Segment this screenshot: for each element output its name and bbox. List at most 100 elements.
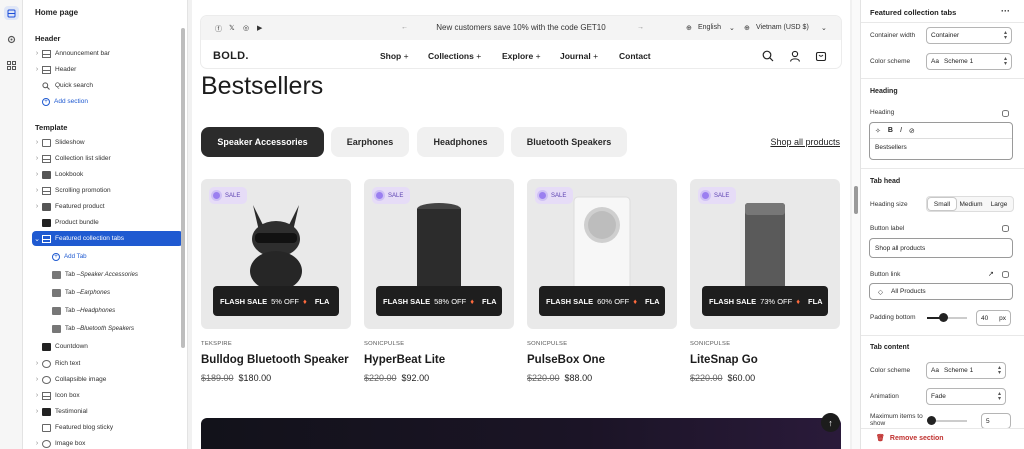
- dynamic-source-icon[interactable]: [1002, 225, 1009, 232]
- language-select[interactable]: English: [698, 24, 721, 31]
- product-name[interactable]: PulseBox One: [527, 354, 677, 366]
- menu-collections[interactable]: Collections +: [428, 51, 481, 61]
- sidebar-item-quick-search[interactable]: Quick search: [23, 78, 187, 93]
- sidebar-tab-bluetooth-speakers[interactable]: Tab – Bluetooth Speakers: [52, 321, 187, 336]
- flash-sale-ticker: FLASH SALE 5% OFF ♦ FLA: [213, 286, 339, 316]
- product-image[interactable]: SALE FLASH SALE 5% OFF ♦ FLA: [201, 179, 351, 329]
- product-name[interactable]: LiteSnap Go: [690, 354, 840, 366]
- preview-scroll-thumb[interactable]: [854, 186, 858, 214]
- more-options-icon[interactable]: ···: [1001, 6, 1010, 16]
- external-link-icon[interactable]: ↗: [988, 270, 994, 278]
- bold-icon[interactable]: B: [888, 127, 893, 134]
- menu-contact[interactable]: Contact: [619, 51, 651, 61]
- italic-icon[interactable]: I: [900, 127, 902, 134]
- apps-icon[interactable]: [4, 58, 19, 72]
- sidebar-item-rich-text[interactable]: › Rich text: [23, 356, 187, 371]
- sidebar-item-testimonial[interactable]: › Testimonial: [23, 404, 187, 419]
- menu-journal[interactable]: Journal +: [560, 51, 598, 61]
- divider: [861, 78, 1024, 79]
- size-large-option[interactable]: Large: [985, 197, 1013, 211]
- sidebar-item-featured-blog-sticky[interactable]: Featured blog sticky: [23, 420, 187, 435]
- heading-size-segmented[interactable]: Small Medium Large: [926, 196, 1014, 212]
- arrow-up-icon: ↑: [828, 417, 833, 428]
- max-items-slider[interactable]: [927, 415, 967, 427]
- product-image[interactable]: SALE FLASH SALE 58% OFF ♦ FLA: [364, 179, 514, 329]
- product-vendor: SONICPULSE: [527, 341, 568, 347]
- divider: [861, 335, 1024, 336]
- sections-icon[interactable]: [4, 6, 19, 20]
- store-logo[interactable]: BOLD.: [213, 50, 249, 62]
- sidebar-item-countdown[interactable]: Countdown: [23, 339, 187, 354]
- product-name[interactable]: Bulldog Bluetooth Speaker: [201, 354, 351, 366]
- richtext-toolbar: ✧ B I ⊘: [870, 123, 1012, 139]
- dynamic-source-icon[interactable]: [1002, 271, 1009, 278]
- sidebar-item-icon-box[interactable]: › Icon box: [23, 388, 187, 403]
- sidebar-item-featured-product[interactable]: › Featured product: [23, 199, 187, 214]
- padding-bottom-slider[interactable]: [927, 312, 967, 324]
- sidebar-tab-earphones[interactable]: Tab – Earphones: [52, 285, 187, 300]
- size-medium-option[interactable]: Medium: [957, 197, 985, 211]
- tab-name: Earphones: [80, 289, 111, 296]
- image-icon: [52, 270, 61, 279]
- size-small-option[interactable]: Small: [927, 197, 957, 211]
- sidebar-tab-headphones[interactable]: Tab – Headphones: [52, 303, 187, 318]
- preview-scrollbar[interactable]: [852, 0, 860, 449]
- sidebar-item-label: Featured product: [55, 203, 105, 210]
- divider: [861, 168, 1024, 169]
- settings-gear-icon[interactable]: [4, 32, 19, 46]
- tab-headphones[interactable]: Headphones: [417, 127, 504, 157]
- sidebar-item-collection-list-slider[interactable]: › Collection list slider: [23, 151, 187, 166]
- max-items-input[interactable]: 5: [981, 413, 1011, 429]
- remove-section-button[interactable]: 🗑 Remove section: [876, 434, 944, 442]
- product-image[interactable]: SALE FLASH SALE 60% OFF ♦ FLA: [527, 179, 677, 329]
- add-section-header-link[interactable]: + Add section: [23, 94, 187, 109]
- sidebar-item-image-box[interactable]: › Image box: [23, 436, 187, 449]
- color-scheme-select[interactable]: Aa Scheme 1 ▴ ▾: [926, 53, 1012, 70]
- padding-bottom-input[interactable]: 40 px: [976, 310, 1011, 326]
- container-width-select[interactable]: Container ▴ ▾: [926, 27, 1012, 44]
- cart-icon[interactable]: [815, 50, 827, 62]
- heading-richtext-field[interactable]: ✧ B I ⊘ Bestsellers: [869, 122, 1013, 160]
- sidebar-item-announcement-bar[interactable]: › Announcement bar: [23, 46, 187, 61]
- sidebar-item-header[interactable]: › Header: [23, 62, 187, 77]
- sidebar-tab-speaker-accessories[interactable]: Tab – Speaker Accessories: [52, 267, 187, 282]
- link-icon[interactable]: ⊘: [909, 127, 915, 135]
- add-tab-link[interactable]: + Add Tab: [52, 249, 187, 264]
- sidebar-item-lookbook[interactable]: › Lookbook: [23, 167, 187, 182]
- menu-explore[interactable]: Explore +: [502, 51, 541, 61]
- button-link-input[interactable]: ◇ All Products: [869, 283, 1013, 300]
- shop-all-link[interactable]: Shop all products: [770, 137, 840, 147]
- product-card[interactable]: SALE FLASH SALE 73% OFF ♦ FLA SONICPULSE Li…: [690, 179, 840, 383]
- dynamic-source-icon[interactable]: [1002, 110, 1009, 117]
- tab-earphones[interactable]: Earphones: [331, 127, 409, 157]
- account-icon[interactable]: [789, 50, 801, 62]
- product-card[interactable]: SALE FLASH SALE 60% OFF ♦ FLA SONICPULSE Pu…: [527, 179, 677, 383]
- slider-knob[interactable]: [939, 313, 948, 322]
- arrow-right-icon[interactable]: →: [637, 24, 644, 31]
- currency-select[interactable]: Vietnam (USD $): [756, 24, 809, 31]
- animation-select[interactable]: Fade ▴ ▾: [926, 388, 1006, 405]
- tab-speaker-accessories[interactable]: Speaker Accessories: [201, 127, 324, 157]
- tab-bluetooth-speakers[interactable]: Bluetooth Speakers: [511, 127, 627, 157]
- tab-name: Bluetooth Speakers: [80, 325, 135, 332]
- slider-knob[interactable]: [927, 416, 936, 425]
- sidebar-item-featured-collection-tabs[interactable]: ⌄ Featured collection tabs: [32, 231, 183, 246]
- search-icon[interactable]: [762, 50, 774, 62]
- tc-color-scheme-select[interactable]: Aa Scheme 1 ▴ ▾: [926, 362, 1006, 379]
- product-image[interactable]: SALE FLASH SALE 73% OFF ♦ FLA: [690, 179, 840, 329]
- product-name[interactable]: HyperBeat Lite: [364, 354, 514, 366]
- magic-icon[interactable]: ✧: [875, 127, 881, 135]
- sidebar-item-scrolling-promotion[interactable]: › Scrolling promotion: [23, 183, 187, 198]
- scroll-to-top-button[interactable]: ↑: [821, 413, 840, 432]
- sidebar-item-product-bundle[interactable]: Product bundle: [23, 215, 187, 230]
- sidebar-scrollbar[interactable]: [181, 28, 185, 348]
- remove-label: Remove section: [889, 435, 944, 442]
- button-label-input[interactable]: Shop all products: [869, 238, 1013, 258]
- sidebar-item-collapsible-image[interactable]: › Collapsible image: [23, 372, 187, 387]
- product-card[interactable]: SALE FLASH SALE 58% OFF ♦ FLA SONICPULSE Hy…: [364, 179, 514, 383]
- product-card[interactable]: SALE FLASH SALE 5% OFF ♦ FLA TEKSPIRE Bulld…: [201, 179, 351, 383]
- announcement-bar: ⓕ 𝕏 ◎ ▶ ← New customers save 10% with th…: [201, 16, 841, 40]
- sidebar-item-slideshow[interactable]: › Slideshow: [23, 135, 187, 150]
- store-preview: ⓕ 𝕏 ◎ ▶ ← New customers save 10% with th…: [192, 0, 850, 449]
- menu-shop[interactable]: Shop +: [380, 51, 409, 61]
